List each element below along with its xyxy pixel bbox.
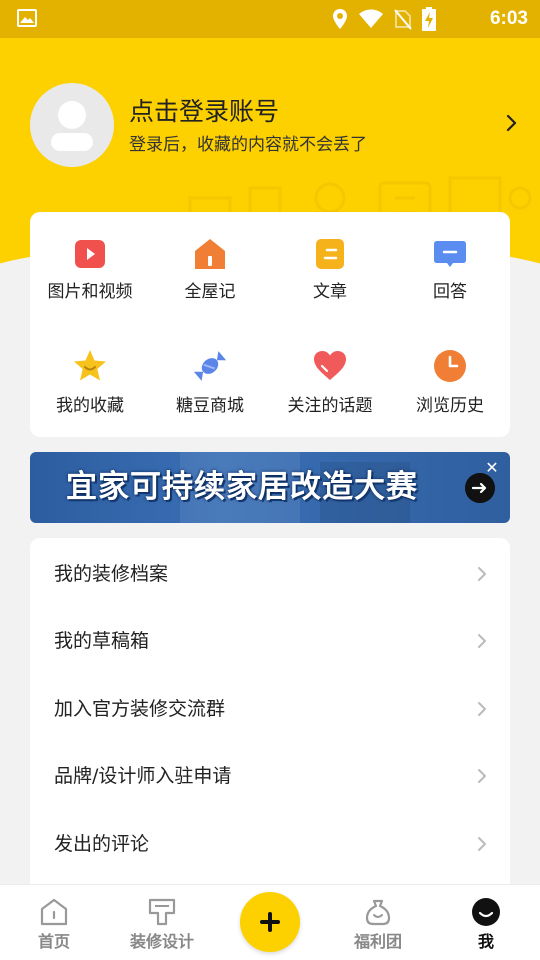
me-icon (472, 898, 500, 926)
status-icons (332, 7, 436, 31)
features-card: 图片和视频 全屋记 文章 回答 我的收藏 糖豆商城 关注的话题 浏览历史 (30, 212, 510, 437)
chevron-right-icon (478, 837, 486, 851)
menu-item-label: 我的装修档案 (54, 563, 169, 585)
chevron-right-icon (478, 702, 486, 716)
avatar-head (58, 101, 86, 129)
banner-title: 宜家可持续家居改造大赛 (66, 469, 418, 505)
heart-icon (314, 351, 346, 380)
feature-followed-topics[interactable]: 关注的话题 (270, 344, 390, 444)
login-profile-row[interactable]: 点击登录账号 登录后，收藏的内容就不会丢了 (30, 83, 520, 167)
chevron-right-icon (478, 769, 486, 783)
chevron-right-icon[interactable] (504, 111, 520, 135)
clock-icon (434, 350, 466, 382)
feature-label: 回答 (433, 282, 467, 302)
nav-item-me[interactable]: 我 (432, 885, 540, 960)
menu-item-comments[interactable]: 发出的评论 (30, 810, 510, 877)
chevron-right-icon (478, 634, 486, 648)
menu-item-label: 发出的评论 (54, 833, 150, 855)
menu-item-decoration-profile[interactable]: 我的装修档案 (30, 540, 510, 607)
battery-charging-icon (422, 7, 436, 31)
bottom-nav: 首页 装修设计 福利团 我 (0, 884, 540, 960)
nav-item-design[interactable]: 装修设计 (108, 885, 216, 960)
article-icon (316, 239, 344, 269)
house-icon (195, 239, 225, 269)
chevron-right-icon (478, 567, 486, 581)
feature-articles[interactable]: 文章 (270, 230, 390, 330)
status-time: 6:03 (489, 8, 528, 29)
design-icon (148, 898, 176, 926)
feature-label: 糖豆商城 (176, 396, 244, 416)
nav-label: 首页 (37, 932, 70, 951)
login-title[interactable]: 点击登录账号 (129, 95, 279, 129)
status-bar: 6:03 (0, 0, 540, 38)
feature-photos-videos[interactable]: 图片和视频 (30, 230, 150, 330)
wifi-icon (359, 9, 383, 28)
feature-browse-history[interactable]: 浏览历史 (390, 344, 510, 444)
menu-item-drafts[interactable]: 我的草稿箱 (30, 607, 510, 674)
nav-item-welfare[interactable]: 福利团 (324, 885, 432, 960)
menu-item-brand-application[interactable]: 品牌/设计师入驻申请 (30, 742, 510, 809)
nav-label: 我 (477, 932, 494, 951)
add-post-button[interactable] (240, 892, 300, 952)
login-subtitle: 登录后，收藏的内容就不会丢了 (129, 135, 367, 155)
gallery-icon (17, 9, 37, 27)
feature-label: 浏览历史 (416, 396, 484, 416)
plus-icon (268, 912, 272, 932)
home-icon (40, 898, 68, 926)
feature-label: 文章 (313, 282, 347, 302)
menu-item-label: 加入官方装修交流群 (54, 698, 226, 720)
close-icon[interactable]: ✕ (482, 458, 502, 478)
menu-item-label: 我的草稿箱 (54, 630, 150, 652)
menu-item-label: 品牌/设计师入驻申请 (54, 765, 232, 787)
feature-candy-mall[interactable]: 糖豆商城 (150, 344, 270, 444)
welfare-bag-icon (365, 899, 391, 926)
feature-label: 我的收藏 (56, 396, 124, 416)
nav-label: 装修设计 (129, 932, 194, 951)
candy-icon (193, 351, 227, 381)
play-video-icon (75, 240, 105, 268)
avatar[interactable] (30, 83, 114, 167)
no-sim-icon (394, 9, 412, 30)
answer-bubble-icon (434, 241, 466, 267)
star-icon (74, 350, 106, 381)
nav-item-home[interactable]: 首页 (0, 885, 108, 960)
feature-answers[interactable]: 回答 (390, 230, 510, 330)
feature-label: 图片和视频 (47, 282, 133, 302)
feature-label: 全屋记 (184, 282, 236, 302)
avatar-body (51, 133, 93, 151)
nav-label: 福利团 (353, 932, 402, 951)
menu-list: 我的装修档案 我的草稿箱 加入官方装修交流群 品牌/设计师入驻申请 发出的评论 (30, 538, 510, 898)
feature-my-favorites[interactable]: 我的收藏 (30, 344, 150, 444)
location-icon (333, 9, 347, 29)
feature-label: 关注的话题 (287, 396, 373, 416)
menu-item-join-group[interactable]: 加入官方装修交流群 (30, 675, 510, 742)
feature-whole-house[interactable]: 全屋记 (150, 230, 270, 330)
promo-banner[interactable]: 宜家可持续家居改造大赛 ✕ (30, 452, 510, 523)
